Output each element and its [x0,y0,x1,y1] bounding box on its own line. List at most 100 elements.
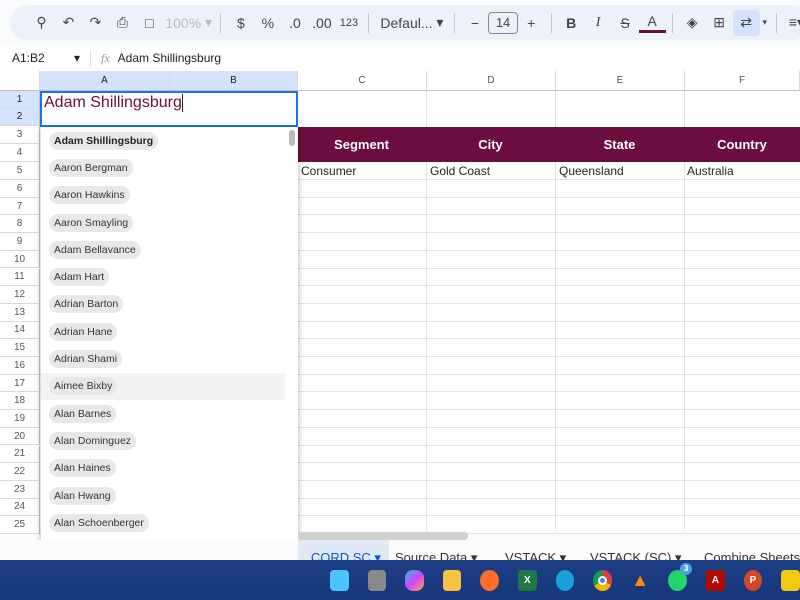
row-header-6[interactable]: 6 [0,180,40,198]
row-header-1[interactable]: 1 [0,91,40,108]
decrease-decimal-button[interactable]: .0 [281,10,308,36]
row-header-18[interactable]: 18 [0,392,40,411]
bold-button[interactable]: B [558,10,585,36]
copilot-icon[interactable] [405,569,424,591]
column-header-d[interactable]: D [427,71,556,91]
row-header-8[interactable]: 8 [0,215,40,234]
row-header-16[interactable]: 16 [0,357,40,375]
row-header-21[interactable]: 21 [0,445,40,464]
paint-format-icon[interactable]: □ [136,10,163,36]
print-icon[interactable]: ⎙ [109,10,136,36]
font-size-input[interactable]: 14 [488,11,518,34]
row-header-5[interactable]: 5 [0,162,40,180]
strikethrough-button[interactable]: S [612,10,639,36]
dropdown-option[interactable]: Adam Shillingsburg [41,127,298,154]
font-value: Defaul... [380,14,433,31]
row-header-4[interactable]: 4 [0,144,40,162]
row-header-24[interactable]: 24 [0,498,40,517]
row-header-9[interactable]: 9 [0,233,40,251]
undo-icon[interactable]: ↶ [55,10,82,36]
acrobat-icon[interactable]: A [706,569,725,591]
dropdown-option[interactable]: Adam Bellavance [41,236,298,263]
divider [776,12,777,33]
cell-state[interactable]: Queensland [559,164,624,178]
dropdown-option[interactable]: Alan Schoenberger [41,509,298,536]
option-chip: Alan Haines [49,459,116,478]
dropdown-option[interactable]: Aimee Bixby [41,372,285,400]
firefox-icon[interactable] [480,569,500,591]
borders-icon[interactable]: ⊞ [706,10,733,36]
row-header-25[interactable]: 25 [0,516,40,534]
task-view-icon[interactable] [367,569,387,591]
row-header-22[interactable]: 22 [0,463,40,481]
dropdown-option[interactable]: Adrian Shami [41,345,298,372]
dropdown-option[interactable]: Alan Barnes [41,400,298,427]
column-header-f[interactable]: F [685,71,800,91]
windows-start-icon[interactable] [330,569,349,591]
cell-segment[interactable]: Consumer [301,164,356,178]
cell-country[interactable]: Australia [687,164,734,178]
sheet-tab-current[interactable]: ...CORD SC ▾ [298,540,389,565]
align-icon[interactable]: ≡▾ [783,10,800,36]
powerpoint-icon[interactable]: P [743,569,763,591]
power-bi-icon[interactable] [781,569,800,591]
formula-input[interactable]: Adam Shillingsburg [118,51,221,65]
dropdown-option[interactable]: Aaron Bergman [41,154,298,181]
autocomplete-dropdown: Adam Shillingsburg Aaron Bergman Aaron Haw… [41,127,298,562]
row-header-13[interactable]: 13 [0,303,40,322]
dropdown-option[interactable]: Alan Haines [41,455,298,482]
dropdown-option[interactable]: Adrian Barton [41,291,298,318]
italic-button[interactable]: I [585,10,612,36]
column-header-e[interactable]: E [556,71,685,91]
row-header-3[interactable]: 3 [0,126,40,144]
option-chip: Alan Schoenberger [49,513,149,532]
dropdown-scrollbar[interactable] [289,130,295,146]
column-header-b[interactable]: B [170,71,298,91]
number-format-button[interactable]: 123 [335,10,362,36]
text-color-button[interactable]: A [638,13,666,33]
column-header-c[interactable]: C [298,71,427,91]
edge-icon[interactable] [555,569,575,591]
row-header-14[interactable]: 14 [0,321,40,340]
whatsapp-icon[interactable]: 3 [668,562,693,591]
row-header-20[interactable]: 20 [0,427,40,446]
dropdown-option[interactable]: Alan Hwang [41,482,298,509]
row-header-11[interactable]: 11 [0,268,40,287]
row-header-7[interactable]: 7 [0,197,40,216]
font-size-increase-button[interactable]: + [518,10,545,36]
font-select[interactable]: Defaul... ▾ [375,10,448,36]
dropdown-option[interactable]: Adrian Hane [41,318,298,345]
taskbar: X ▲ 3 A P [0,560,800,600]
dropdown-option[interactable]: Aaron Smayling [41,209,298,236]
font-size-decrease-button[interactable]: − [461,10,488,36]
currency-button[interactable]: $ [227,10,254,36]
file-explorer-icon[interactable] [442,569,462,591]
name-box[interactable]: A1:B2 ▾ [0,51,90,65]
row-header-19[interactable]: 19 [0,410,40,428]
row-header-12[interactable]: 12 [0,286,40,304]
row-header-15[interactable]: 15 [0,339,40,357]
column-header-a[interactable]: A [40,71,170,91]
row-header-23[interactable]: 23 [0,480,40,499]
percent-button[interactable]: % [254,10,281,36]
cell-editor-a1[interactable]: Adam Shillingsburg [40,91,298,127]
cell-city[interactable]: Gold Coast [430,164,490,178]
dropdown-option[interactable]: Adam Hart [41,263,298,290]
excel-icon[interactable]: X [518,569,537,591]
dropdown-option[interactable]: Alan Dominguez [41,427,298,454]
vlc-icon[interactable]: ▲ [631,570,650,591]
zoom-select[interactable]: 100% ▾ [163,10,214,36]
chrome-icon[interactable] [593,569,612,591]
fill-color-icon[interactable]: ◈ [679,10,706,36]
increase-decimal-button[interactable]: .00 [308,10,335,36]
row-header-2[interactable]: 2 [0,108,40,126]
merge-dropdown-icon[interactable]: ▾ [760,10,770,36]
dropdown-option[interactable]: Aaron Hawkins [41,182,298,209]
redo-icon[interactable]: ↷ [82,10,109,36]
merge-cells-icon[interactable]: ⇄ [732,9,760,36]
select-all-corner[interactable] [0,71,40,91]
row-header-17[interactable]: 17 [0,374,40,393]
search-icon[interactable]: ⚲ [28,10,55,36]
row-header-10[interactable]: 10 [0,250,40,269]
horizontal-scrollbar[interactable] [298,532,468,540]
